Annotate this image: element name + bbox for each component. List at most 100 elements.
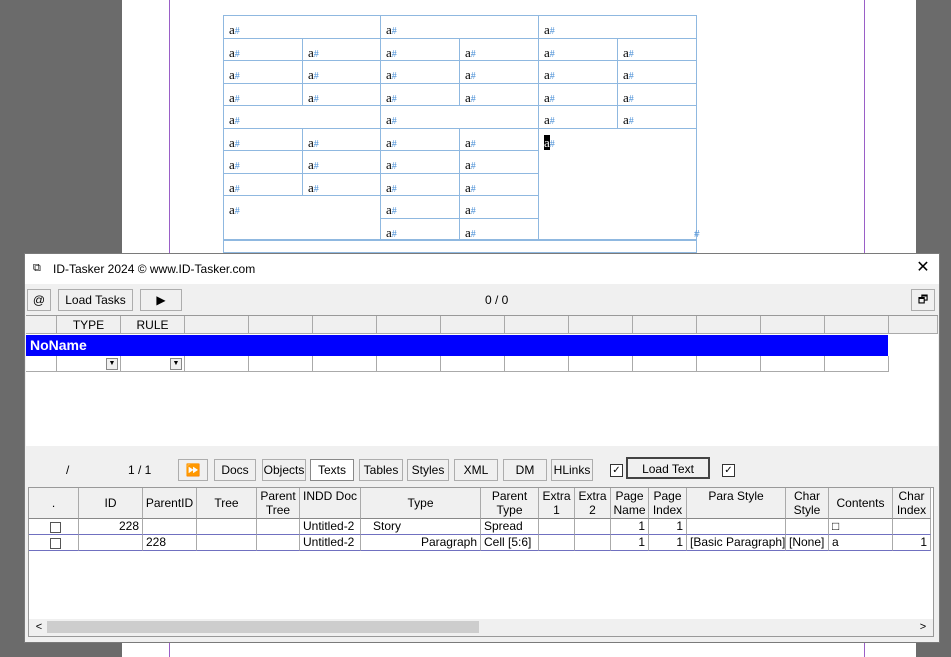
column-header-parent_type[interactable]: Parent Type <box>481 488 539 519</box>
tasks-header-empty[interactable] <box>313 316 377 334</box>
tasks-grid[interactable]: TYPE RULE NoName ▼ ▼ <box>26 315 938 446</box>
task-cell[interactable] <box>249 356 313 372</box>
restore-button[interactable]: 🗗 <box>911 289 935 311</box>
load-text-button[interactable]: Load Text <box>626 457 710 479</box>
column-header-tree[interactable]: Tree <box>197 488 257 519</box>
tab-dm[interactable]: DM <box>503 459 547 481</box>
column-header-indd_doc[interactable]: INDD Doc <box>300 488 361 519</box>
table-cell[interactable]: a# <box>302 128 381 151</box>
task-cell[interactable] <box>313 356 377 372</box>
table-cell[interactable]: a# <box>223 60 303 84</box>
column-header-extra1[interactable]: Extra 1 <box>539 488 575 519</box>
task-cell[interactable] <box>441 356 505 372</box>
scroll-left-icon[interactable]: < <box>31 620 47 635</box>
chevron-down-icon[interactable]: ▼ <box>170 358 182 370</box>
close-button[interactable]: ✕ <box>913 258 933 278</box>
tab-styles[interactable]: Styles <box>407 459 449 481</box>
tasks-header-empty[interactable] <box>761 316 825 334</box>
tasks-header-empty[interactable] <box>441 316 505 334</box>
table-cell[interactable]: a# <box>380 195 460 219</box>
column-header-type[interactable]: Type <box>361 488 481 519</box>
tab-xml[interactable]: XML <box>454 459 498 481</box>
tasks-header-empty[interactable] <box>697 316 761 334</box>
checkbox[interactable] <box>50 538 61 549</box>
objects-grid[interactable]: . ID ParentID Tree Parent Tree INDD Doc Type Pa… <box>28 487 934 637</box>
table-cell[interactable]: a# <box>223 150 303 174</box>
table-cell[interactable]: a# <box>302 150 381 174</box>
table-cell[interactable]: a# <box>538 60 618 84</box>
column-header-select[interactable]: . <box>29 488 79 519</box>
at-button[interactable]: @ <box>27 289 51 311</box>
table-cell[interactable]: a# <box>380 15 539 39</box>
task-cell[interactable] <box>697 356 761 372</box>
column-header-page_index[interactable]: Page Index <box>649 488 687 519</box>
table-cell[interactable]: a# <box>380 218 460 241</box>
table-cell[interactable]: a# <box>617 60 697 84</box>
tasks-header-empty[interactable] <box>889 316 938 334</box>
tasks-header-empty[interactable] <box>249 316 313 334</box>
table-cell[interactable]: a# <box>459 195 539 219</box>
row-select-checkbox[interactable] <box>29 535 79 551</box>
table-cell[interactable]: a# <box>302 60 381 84</box>
tasks-header-empty[interactable] <box>633 316 697 334</box>
table-cell[interactable]: a# <box>459 38 539 61</box>
table-cell[interactable]: a# <box>380 83 460 106</box>
horizontal-scrollbar[interactable]: < > <box>29 619 933 636</box>
table-cell[interactable]: a# <box>302 38 381 61</box>
column-header-extra2[interactable]: Extra 2 <box>575 488 611 519</box>
task-cell[interactable] <box>185 356 249 372</box>
table-cell[interactable]: a# <box>617 105 697 129</box>
tasks-header-empty[interactable] <box>569 316 633 334</box>
table-cell[interactable]: a# <box>617 83 697 106</box>
table-cell[interactable]: a# <box>380 128 460 151</box>
scrollbar-thumb[interactable] <box>47 621 479 633</box>
column-header-page_name[interactable]: Page Name <box>611 488 649 519</box>
table-cell[interactable]: a# <box>538 105 618 129</box>
tab-hlinks[interactable]: HLinks <box>551 459 593 481</box>
table-cell[interactable]: a# <box>459 218 539 241</box>
table-cell[interactable]: a# <box>302 83 381 106</box>
tab-texts[interactable]: Texts <box>310 459 354 481</box>
table-cell[interactable]: a# <box>223 15 381 39</box>
tasks-header-empty[interactable] <box>505 316 569 334</box>
table-cell[interactable]: a# <box>538 83 618 106</box>
tasks-header-rule[interactable]: RULE <box>121 316 185 334</box>
table-cell[interactable]: a# <box>617 38 697 61</box>
tab-tables[interactable]: Tables <box>359 459 403 481</box>
table-cell[interactable]: a# <box>223 38 303 61</box>
table-cell[interactable]: a# <box>380 38 460 61</box>
tasks-header-empty[interactable] <box>377 316 441 334</box>
column-header-contents[interactable]: Contents <box>829 488 893 519</box>
column-header-parent_tree[interactable]: Parent Tree <box>257 488 300 519</box>
table-cell[interactable]: a# <box>459 83 539 106</box>
table-cell[interactable]: a# <box>380 60 460 84</box>
table-cell[interactable]: a# <box>538 38 618 61</box>
column-header-parent_id[interactable]: ParentID <box>143 488 197 519</box>
type-dropdown[interactable]: ▼ <box>57 356 121 372</box>
table-cell[interactable]: a# <box>223 83 303 106</box>
row-select-checkbox[interactable] <box>29 519 79 535</box>
chevron-down-icon[interactable]: ▼ <box>106 358 118 370</box>
column-header-char_index[interactable]: Char Index <box>893 488 931 519</box>
table-cell[interactable]: a# <box>538 15 697 39</box>
load-text-checkbox[interactable]: ✓ <box>610 464 623 477</box>
table-cell[interactable]: a# <box>223 195 381 241</box>
table-cell[interactable]: a# <box>223 105 381 129</box>
task-cell[interactable] <box>505 356 569 372</box>
table-cell[interactable]: a# <box>302 173 381 196</box>
tasks-header-empty[interactable] <box>825 316 889 334</box>
table-cell[interactable]: a# <box>223 128 303 151</box>
checkbox[interactable] <box>50 522 61 533</box>
tasks-header-type[interactable]: TYPE <box>57 316 121 334</box>
run-tasks-button[interactable]: ▶ <box>140 289 182 311</box>
table-cell[interactable]: a# <box>223 173 303 196</box>
document-table[interactable]: a# a# a# a# a# a# a# a# a# a# a# a# a# a# a# a# a# a# a# a#… <box>223 15 697 253</box>
table-cell[interactable]: a# <box>459 128 539 151</box>
table-cell[interactable]: a# <box>459 173 539 196</box>
tab-docs[interactable]: Docs <box>214 459 256 481</box>
table-cell[interactable]: a# <box>380 173 460 196</box>
rule-dropdown[interactable]: ▼ <box>121 356 185 372</box>
task-cell[interactable] <box>377 356 441 372</box>
column-header-para_style[interactable]: Para Style <box>687 488 786 519</box>
task-cell[interactable] <box>761 356 825 372</box>
